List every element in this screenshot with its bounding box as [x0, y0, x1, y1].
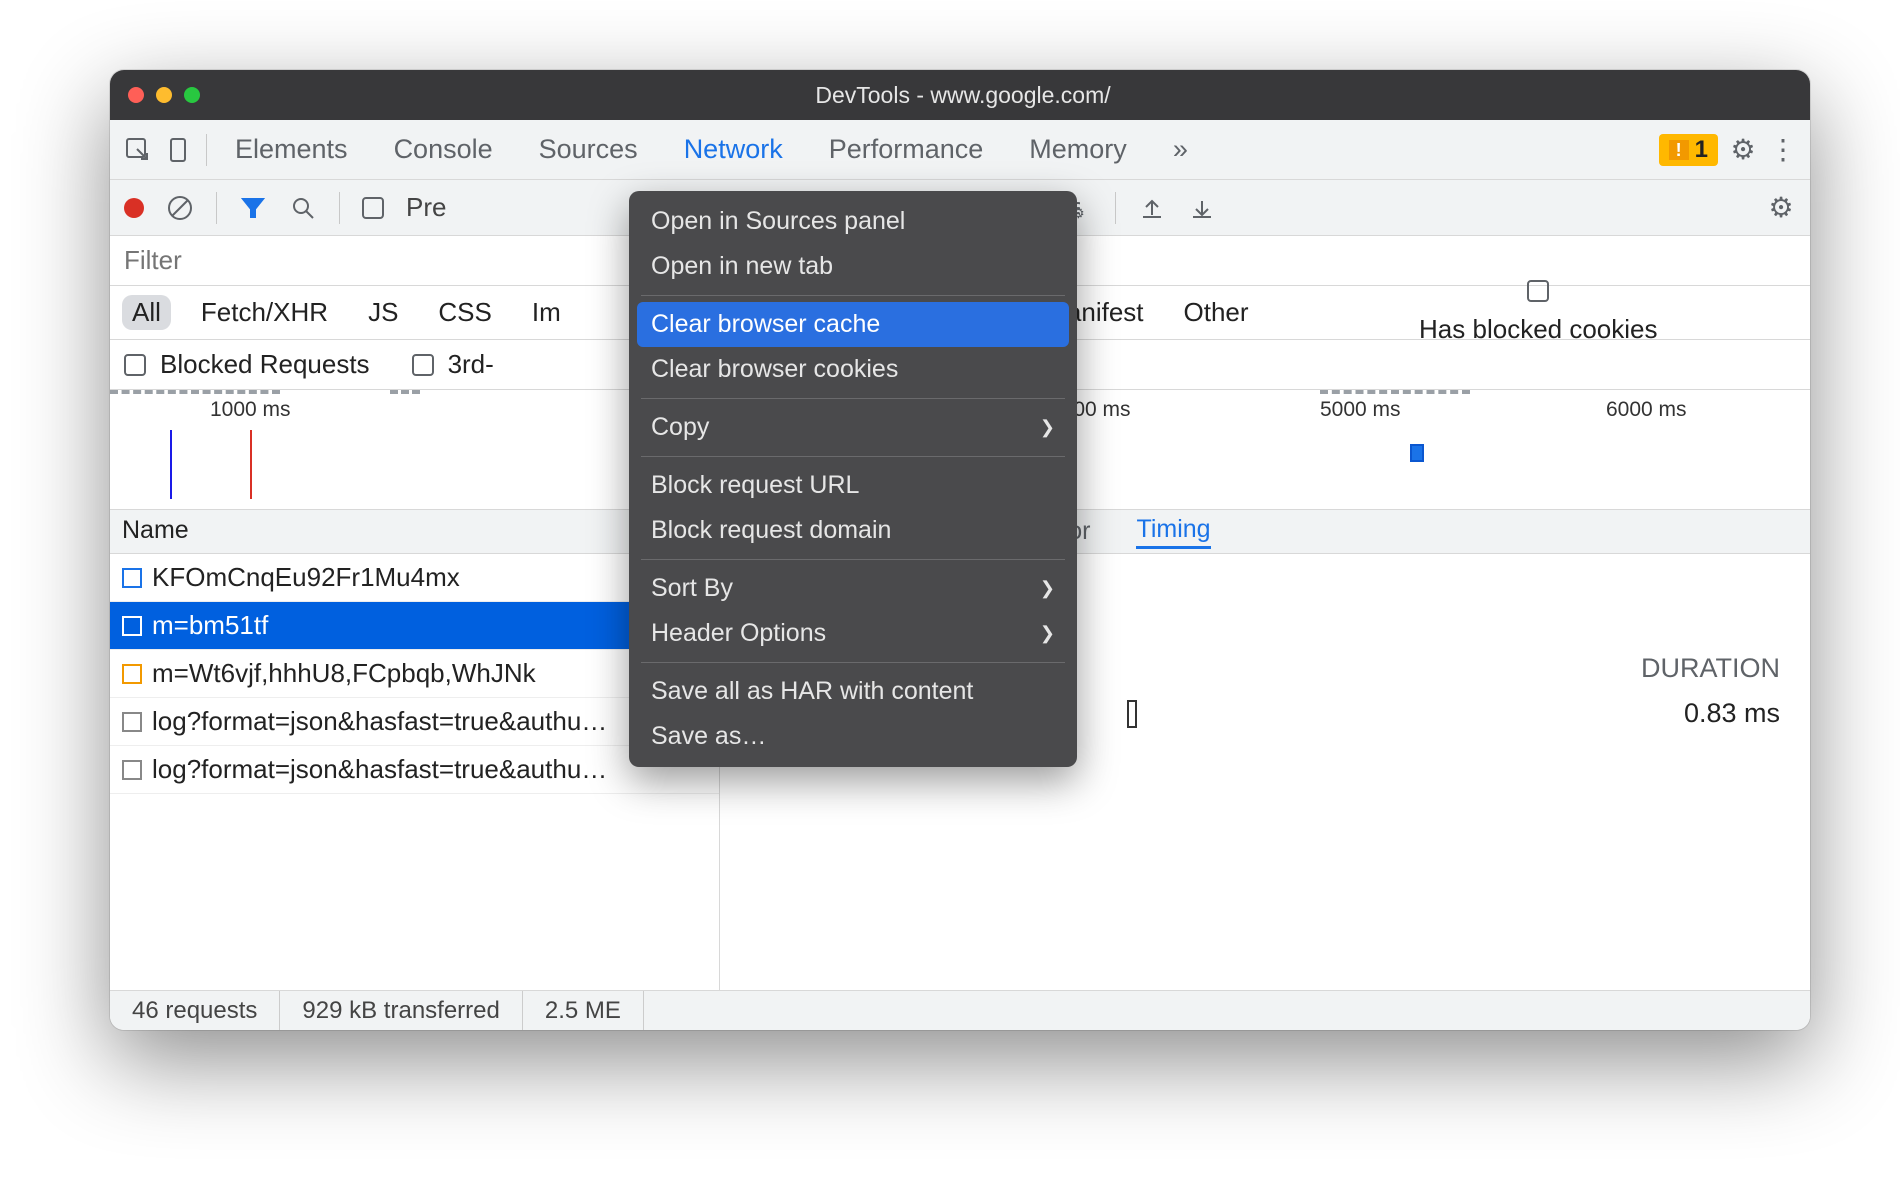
network-settings-icon[interactable]: ⚙ — [1766, 191, 1796, 224]
window-title: DevTools - www.google.com/ — [134, 82, 1792, 109]
file-icon — [122, 616, 142, 636]
chip-img[interactable]: Im — [522, 295, 571, 330]
settings-icon[interactable]: ⚙ — [1728, 133, 1758, 166]
request-row[interactable]: m=Wt6vjf,hhhU8,FCpbqb,WhJNk — [110, 650, 719, 698]
tab-elements[interactable]: Elements — [217, 120, 366, 180]
chip-js[interactable]: JS — [358, 295, 408, 330]
chip-css[interactable]: CSS — [428, 295, 501, 330]
queueing-value: 0.83 ms — [1684, 698, 1780, 729]
devtools-window: DevTools - www.google.com/ Elements Cons… — [110, 70, 1810, 1030]
blocked-requests-checkbox[interactable] — [124, 354, 146, 376]
has-blocked-cookies-label: Has blocked cookies — [1419, 314, 1657, 345]
has-blocked-cookies-checkbox[interactable] — [1527, 280, 1549, 302]
timeline-label: 1000 ms — [210, 398, 291, 422]
timeline-label: 5000 ms — [1320, 398, 1401, 422]
request-row[interactable]: log?format=json&hasfast=true&authu… — [110, 746, 719, 794]
submenu-arrow-icon: ❯ — [1040, 623, 1055, 644]
status-size: 2.5 ME — [523, 991, 644, 1030]
menu-clear-cache[interactable]: Clear browser cache — [637, 302, 1069, 347]
name-column-header[interactable]: Name — [110, 510, 719, 554]
status-requests: 46 requests — [110, 991, 280, 1030]
menu-sort-by[interactable]: Sort By❯ — [637, 566, 1069, 611]
inspect-icon[interactable] — [122, 134, 154, 166]
duration-header: DURATION — [1641, 653, 1780, 684]
menu-block-domain[interactable]: Block request domain — [637, 508, 1069, 553]
tab-timing[interactable]: Timing — [1136, 515, 1210, 549]
main-tab-bar: Elements Console Sources Network Perform… — [110, 120, 1810, 180]
issues-badge[interactable]: !1 — [1659, 134, 1718, 166]
tab-memory[interactable]: Memory — [1011, 120, 1145, 180]
export-har-icon[interactable] — [1188, 194, 1216, 222]
blocked-requests-label: Blocked Requests — [160, 349, 370, 380]
file-icon — [122, 760, 142, 780]
record-button[interactable] — [124, 198, 144, 218]
status-transferred: 929 kB transferred — [280, 991, 522, 1030]
third-party-checkbox[interactable] — [412, 354, 434, 376]
separator — [206, 134, 207, 166]
tab-performance[interactable]: Performance — [811, 120, 1002, 180]
preserve-log-label: Pre — [406, 192, 446, 223]
request-row[interactable]: KFOmCnqEu92Fr1Mu4mx — [110, 554, 719, 602]
submenu-arrow-icon: ❯ — [1040, 417, 1055, 438]
request-row[interactable]: log?format=json&hasfast=true&authu… — [110, 698, 719, 746]
timeline-marker — [1410, 444, 1424, 462]
submenu-arrow-icon: ❯ — [1040, 578, 1055, 599]
file-icon — [122, 664, 142, 684]
menu-header-options[interactable]: Header Options❯ — [637, 611, 1069, 656]
timeline-label: 6000 ms — [1606, 398, 1687, 422]
menu-open-new-tab[interactable]: Open in new tab — [637, 244, 1069, 289]
menu-save-as[interactable]: Save as… — [637, 714, 1069, 759]
tab-sources[interactable]: Sources — [521, 120, 656, 180]
chip-other[interactable]: Other — [1174, 295, 1259, 330]
menu-block-url[interactable]: Block request URL — [637, 463, 1069, 508]
menu-open-sources[interactable]: Open in Sources panel — [637, 199, 1069, 244]
context-menu: Open in Sources panel Open in new tab Cl… — [629, 191, 1077, 767]
import-har-icon[interactable] — [1138, 194, 1166, 222]
more-tabs-button[interactable]: » — [1155, 120, 1206, 180]
titlebar: DevTools - www.google.com/ — [110, 70, 1810, 120]
tab-network[interactable]: Network — [666, 120, 801, 180]
menu-copy[interactable]: Copy❯ — [637, 405, 1069, 450]
filter-icon[interactable] — [239, 194, 267, 222]
chip-all[interactable]: All — [122, 295, 171, 330]
file-icon — [122, 712, 142, 732]
menu-save-har[interactable]: Save all as HAR with content — [637, 669, 1069, 714]
request-row[interactable]: m=bm51tf — [110, 602, 719, 650]
status-bar: 46 requests 929 kB transferred 2.5 ME — [110, 990, 1810, 1030]
chip-fetch[interactable]: Fetch/XHR — [191, 295, 338, 330]
device-toggle-icon[interactable] — [164, 134, 196, 166]
file-icon — [122, 568, 142, 588]
warning-icon: ! — [1669, 140, 1689, 160]
preserve-log-checkbox[interactable] — [362, 197, 384, 219]
more-menu-icon[interactable]: ⋮ — [1768, 133, 1798, 166]
clear-icon[interactable] — [166, 194, 194, 222]
search-icon[interactable] — [289, 194, 317, 222]
tab-console[interactable]: Console — [376, 120, 511, 180]
menu-clear-cookies[interactable]: Clear browser cookies — [637, 347, 1069, 392]
queueing-bar — [1127, 700, 1137, 728]
third-party-label: 3rd- — [448, 349, 494, 380]
